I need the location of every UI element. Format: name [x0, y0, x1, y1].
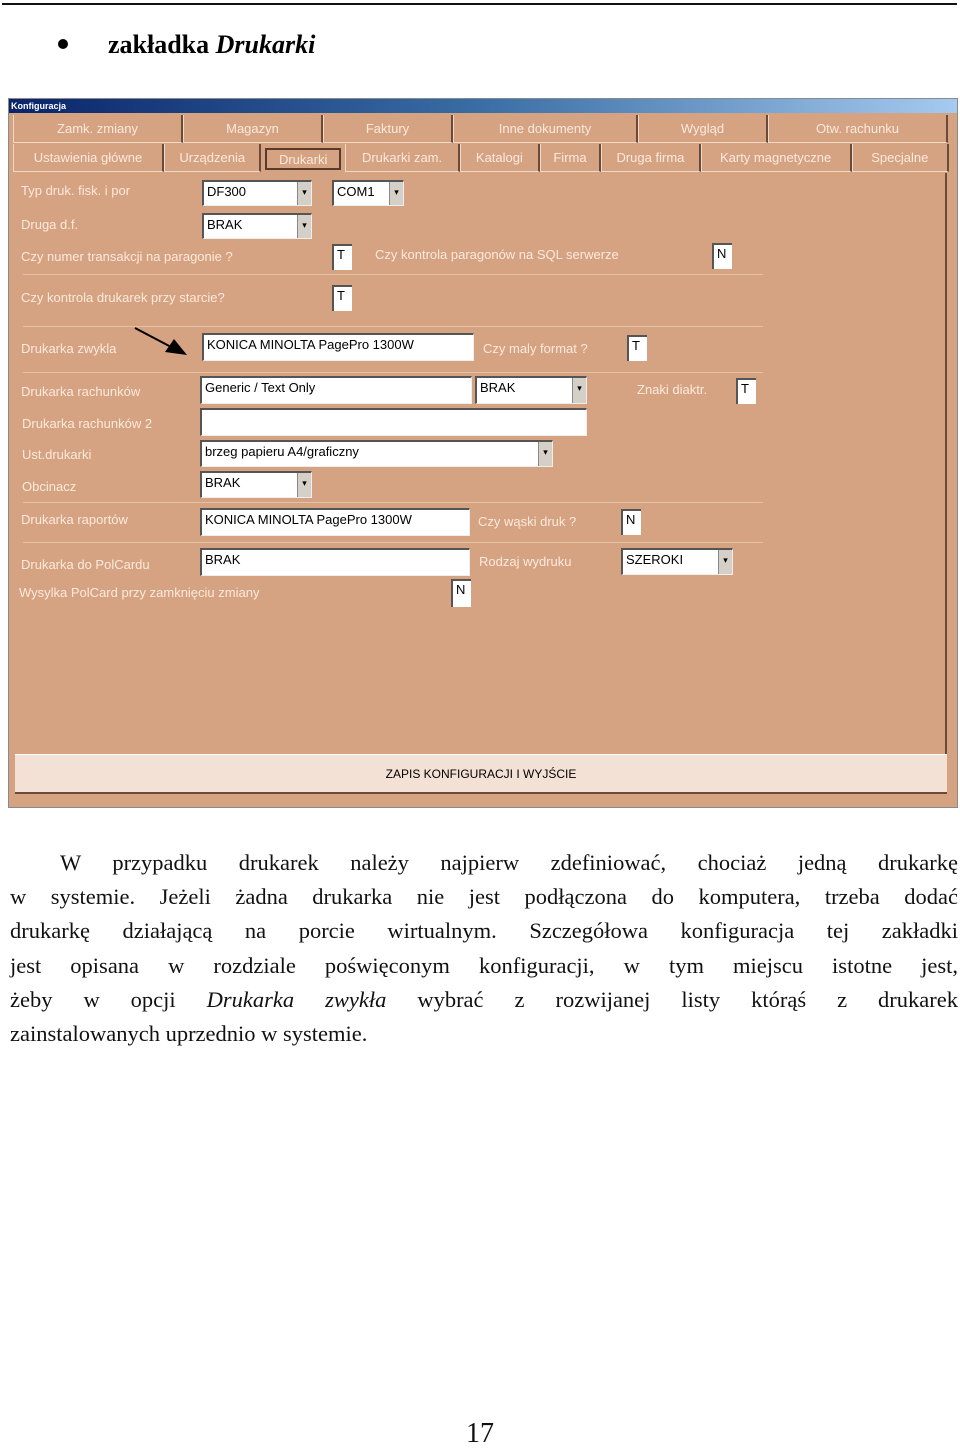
page-number: 17 [466, 1418, 494, 1449]
nr-trans-label: Czy numer transakcji na paragonie ? [21, 249, 233, 264]
rach-label: Drukarka rachunków [21, 384, 141, 399]
ust-label: Ust.drukarki [22, 447, 92, 462]
drukarki-panel: Typ druk. fisk. i por DF300 ▾ COM1 ▾ Dru… [15, 173, 947, 781]
maly-field[interactable]: T [627, 335, 647, 361]
section-heading: zakładka Drukarki [58, 30, 315, 60]
typ-druk-select[interactable]: DF300 ▾ [202, 180, 312, 206]
zwykla-field[interactable]: KONICA MINOLTA PagePro 1300W [202, 333, 474, 361]
body-paragraph: W przypadku drukarek należy najpierw zde… [10, 846, 958, 1051]
chevron-down-icon[interactable]: ▾ [538, 442, 552, 466]
body-line-with-italic: żeby w opcji Drukarka zwykła wybrać z ro… [10, 983, 958, 1017]
znaki-field[interactable]: T [736, 378, 756, 404]
rach-port-select[interactable]: BRAK ▾ [475, 376, 587, 404]
tab-ustawienia-glowne[interactable]: Ustawienia główne [13, 144, 165, 172]
body-line: jest opisana w rozdziale poświęconym kon… [10, 952, 958, 978]
chevron-down-icon[interactable]: ▾ [297, 182, 311, 205]
text-segment: wybrać z rozwijanej listy którąś z druka… [386, 986, 958, 1012]
tab-specjalne[interactable]: Specjalne [851, 144, 949, 172]
body-line: zainstalowanych uprzednio w systemie. [10, 1020, 368, 1046]
tab-drukarki-zam[interactable]: Drukarki zam. [344, 144, 461, 172]
port-select[interactable]: COM1 ▾ [332, 180, 404, 206]
sql-label: Czy kontrola paragonów na SQL serwerze [375, 247, 619, 262]
tab-drukarki[interactable]: Drukarki [265, 148, 341, 170]
tab-row-2: Ustawienia główne Urządzenia Drukarki Dr… [13, 144, 949, 172]
separator [23, 274, 763, 275]
tab-wyglad[interactable]: Wygląd [638, 115, 768, 143]
znaki-label: Znaki diaktr. [637, 382, 708, 397]
druga-df-label: Druga d.f. [21, 217, 79, 232]
polcard-field[interactable]: BRAK [200, 548, 470, 576]
chevron-down-icon[interactable]: ▾ [297, 473, 311, 497]
heading-italic: Drukarki [215, 30, 316, 59]
rach2-field[interactable] [200, 408, 587, 436]
rach-port-value: BRAK [480, 380, 516, 395]
rodzaj-value: SZEROKI [626, 552, 684, 567]
rodzaj-select[interactable]: SZEROKI ▾ [621, 548, 733, 575]
tab-karty-magnetyczne[interactable]: Karty magnetyczne [700, 144, 852, 172]
heading-prefix: zakładka [108, 30, 210, 59]
druga-df-value: BRAK [207, 217, 243, 232]
obcinacz-value: BRAK [205, 475, 241, 490]
save-and-exit-button[interactable]: ZAPIS KONFIGURACJI I WYJŚCIE [15, 754, 947, 794]
raport-label: Drukarka raportów [21, 512, 128, 527]
bullet-icon [58, 39, 68, 49]
ust-select[interactable]: brzeg papieru A4/graficzny ▾ [200, 440, 553, 467]
kontrola-field[interactable]: T [332, 285, 352, 311]
tab-firma[interactable]: Firma [539, 144, 602, 172]
wysylka-label: Wysylka PolCard przy zamknięciu zmiany [19, 585, 260, 600]
tab-urzadzenia[interactable]: Urządzenia [164, 144, 262, 172]
polcard-label: Drukarka do PolCardu [21, 557, 150, 572]
window-title: Konfiguracja [9, 99, 957, 113]
arrow-pointer-icon [134, 327, 187, 355]
tab-magazyn[interactable]: Magazyn [183, 115, 323, 143]
zwykla-label: Drukarka zwykla [21, 341, 117, 356]
ust-value: brzeg papieru A4/graficzny [205, 444, 359, 459]
body-line: W przypadku drukarek należy najpierw zde… [60, 850, 958, 875]
separator [23, 542, 763, 543]
separator [23, 502, 763, 503]
tab-row-1: Zamk. zmiany Magazyn Faktury Inne dokume… [13, 115, 949, 143]
obcinacz-label: Obcinacz [22, 479, 77, 494]
port-value: COM1 [337, 184, 375, 199]
typ-druk-value: DF300 [207, 184, 247, 199]
rach-field[interactable]: Generic / Text Only [200, 376, 472, 404]
tab-otw-rachunku[interactable]: Otw. rachunku [768, 115, 948, 143]
raport-field[interactable]: KONICA MINOLTA PagePro 1300W [200, 508, 470, 536]
waski-label: Czy wąski druk ? [478, 514, 577, 529]
chevron-down-icon[interactable]: ▾ [718, 550, 732, 574]
nr-trans-field[interactable]: T [332, 244, 352, 270]
chevron-down-icon[interactable]: ▾ [297, 215, 311, 238]
kontrola-label: Czy kontrola drukarek przy starcie? [21, 290, 225, 305]
top-rule [2, 3, 957, 5]
tab-inne-dokumenty[interactable]: Inne dokumenty [453, 115, 638, 143]
rodzaj-label: Rodzaj wydruku [479, 554, 572, 569]
rach2-label: Drukarka rachunków 2 [22, 416, 153, 431]
body-line: w systemie. Jeżeli żadna drukarka nie je… [10, 884, 958, 910]
tab-katalogi[interactable]: Katalogi [460, 144, 540, 172]
text-segment: żeby w opcji [10, 986, 207, 1012]
tab-zamk-zmiany[interactable]: Zamk. zmiany [13, 115, 183, 143]
chevron-down-icon[interactable]: ▾ [572, 378, 586, 403]
druga-df-select[interactable]: BRAK ▾ [202, 213, 312, 239]
wysylka-field[interactable]: N [451, 579, 471, 607]
config-window: Konfiguracja Zamk. zmiany Magazyn Faktur… [8, 98, 958, 808]
maly-label: Czy maly format ? [483, 341, 588, 356]
waski-field[interactable]: N [621, 509, 641, 535]
body-line: drukarkę działającą na porcie wirtualnym… [10, 918, 958, 944]
typ-druk-label: Typ druk. fisk. i por [21, 183, 131, 198]
sql-field[interactable]: N [712, 243, 732, 269]
tab-faktury[interactable]: Faktury [323, 115, 453, 143]
tab-druga-firma[interactable]: Druga firma [601, 144, 701, 172]
obcinacz-select[interactable]: BRAK ▾ [200, 471, 312, 498]
italic-term: Drukarka zwykła [206, 986, 387, 1012]
separator [23, 372, 763, 373]
chevron-down-icon[interactable]: ▾ [389, 182, 403, 205]
